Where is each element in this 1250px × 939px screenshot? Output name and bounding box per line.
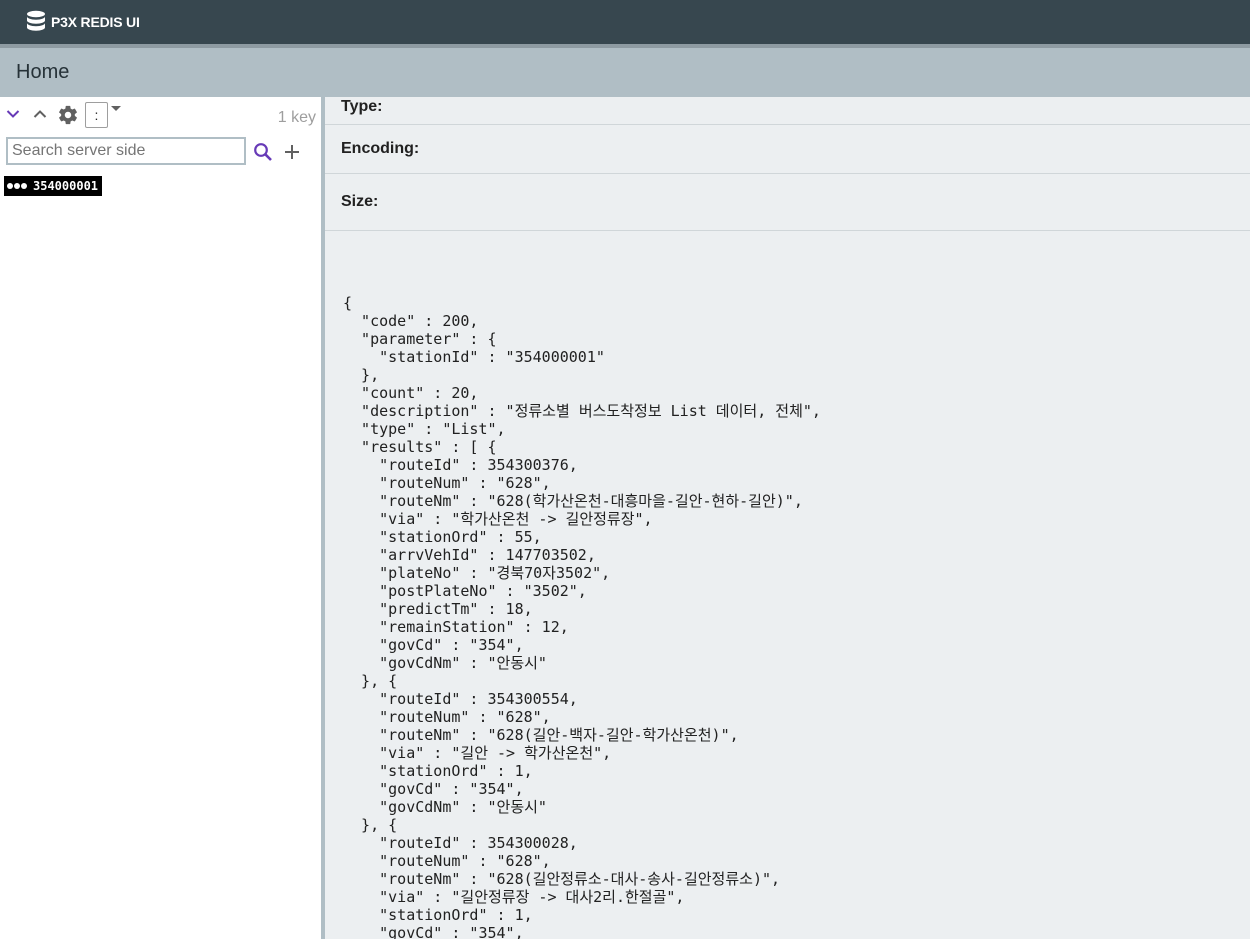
json-line: "postPlateNo" : "3502",: [343, 582, 587, 600]
caret-down-icon[interactable]: [111, 106, 121, 111]
key-count: 1 key: [277, 109, 316, 126]
app-title[interactable]: P3X REDIS UI: [51, 14, 140, 30]
key-detail-panel: Type: Encoding: Size: { "code" : 200, "p…: [325, 97, 1250, 939]
app-toolbar: P3X REDIS UI: [0, 0, 1250, 44]
json-line: }, {: [343, 816, 398, 834]
json-line: "via" : "길안 -> 학가산온천",: [343, 744, 612, 762]
database-icon: [26, 10, 46, 34]
size-label: Size:: [341, 193, 379, 210]
breadcrumb-home[interactable]: Home: [16, 61, 69, 84]
json-line: "stationOrd" : 55,: [343, 528, 542, 546]
json-line: "stationId" : "354000001": [343, 348, 605, 366]
json-line: "via" : "길안정류장 -> 대사2리.한절골",: [343, 888, 685, 906]
json-line: "results" : [ {: [343, 438, 497, 456]
plus-icon[interactable]: [280, 140, 304, 164]
json-line: "stationOrd" : 1,: [343, 906, 533, 924]
json-line: },: [343, 366, 380, 384]
chevron-down-icon[interactable]: [2, 103, 24, 125]
key-tree-panel: : 1 key 354000001: [0, 97, 321, 939]
json-line: "routeNm" : "628(길안정류소-대사-송사-길안정류소)",: [343, 870, 781, 888]
size-row: Size:: [325, 174, 1250, 231]
json-line: }, {: [343, 672, 398, 690]
json-line: "routeId" : 354300376,: [343, 456, 578, 474]
json-line: "description" : "정류소별 버스도착정보 List 데이터, 전…: [343, 402, 821, 420]
json-line: "count" : 20,: [343, 384, 479, 402]
json-line: "type" : "List",: [343, 420, 506, 438]
json-line: "predictTm" : 18,: [343, 600, 533, 618]
type-row: Type:: [325, 97, 1250, 125]
search-icon[interactable]: [251, 140, 275, 164]
json-line: "via" : "학가산온천 -> 길안정류장",: [343, 510, 653, 528]
json-line: "routeNum" : "628",: [343, 708, 551, 726]
json-line: "remainStation" : 12,: [343, 618, 569, 636]
json-line: "routeId" : 354300028,: [343, 834, 578, 852]
key-item[interactable]: 354000001: [4, 176, 103, 196]
value-viewer[interactable]: { "code" : 200, "parameter" : { "station…: [343, 294, 821, 939]
encoding-label: Encoding:: [341, 140, 420, 157]
encoding-row: Encoding:: [325, 125, 1250, 174]
key-name: 354000001: [33, 179, 99, 193]
dots-icon: [7, 183, 27, 189]
chevron-up-icon[interactable]: [29, 103, 51, 125]
json-line: {: [343, 294, 353, 312]
json-line: "plateNo" : "경북70자3502",: [343, 564, 611, 582]
json-line: "govCd" : "354",: [343, 636, 524, 654]
json-line: "arrvVehId" : 147703502,: [343, 546, 596, 564]
json-line: "govCdNm" : "안동시": [343, 798, 547, 816]
gear-icon[interactable]: [56, 103, 80, 127]
json-line: "parameter" : {: [343, 330, 497, 348]
separator-select[interactable]: :: [85, 102, 108, 128]
tree-toolbar: : 1 key: [0, 97, 321, 133]
json-line: "govCd" : "354",: [343, 924, 524, 939]
json-line: "routeNm" : "628(길안-백자-길안-학가산온천)",: [343, 726, 739, 744]
search-input[interactable]: [6, 137, 246, 165]
json-line: "code" : 200,: [343, 312, 479, 330]
json-line: "govCdNm" : "안동시": [343, 654, 547, 672]
json-line: "stationOrd" : 1,: [343, 762, 533, 780]
json-line: "routeNum" : "628",: [343, 852, 551, 870]
json-line: "routeNum" : "628",: [343, 474, 551, 492]
json-line: "routeId" : 354300554,: [343, 690, 578, 708]
json-line: "govCd" : "354",: [343, 780, 524, 798]
type-label: Type:: [341, 97, 383, 115]
json-line: "routeNm" : "628(학가산온천-대흥마을-길안-현하-길안)",: [343, 492, 803, 510]
breadcrumb: Home: [0, 48, 1250, 97]
